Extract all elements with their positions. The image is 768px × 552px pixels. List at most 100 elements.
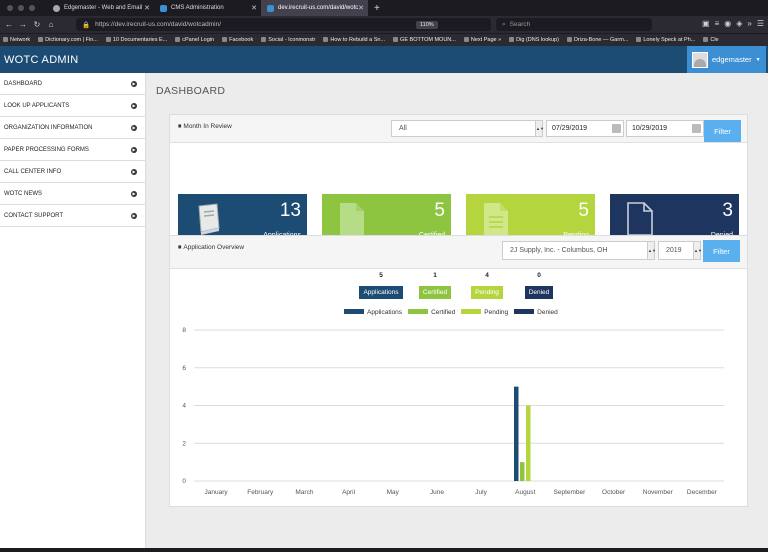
select-value: 2019	[666, 247, 682, 254]
legend-label: Applications	[367, 309, 403, 316]
panel-header: Application Overview 2J Supply, Inc. - C…	[170, 236, 747, 269]
type-select[interactable]: All ▲▼	[391, 120, 544, 137]
pdf-icon[interactable]: ▣	[702, 19, 710, 28]
sidebar-item-label: DASHBOARD	[4, 80, 43, 87]
x-tick-label: June	[430, 489, 444, 496]
sidebar-item-dashboard[interactable]: DASHBOARD ▶	[0, 73, 145, 95]
y-tick-label: 2	[182, 440, 186, 447]
forward-icon[interactable]: →	[16, 20, 30, 29]
overflow-icon[interactable]: »	[747, 19, 751, 28]
account-icon[interactable]: ◉	[724, 19, 731, 28]
bookmark-item[interactable]: Driza-Bone — Garm...	[567, 37, 628, 43]
site-icon	[53, 4, 60, 12]
card-value: 5	[578, 200, 589, 221]
home-icon[interactable]: ⌂	[44, 20, 58, 29]
bookmark-item[interactable]: How to Rebuild a Sn...	[323, 37, 385, 43]
sidebar-item-label: WOTC NEWS	[4, 190, 42, 197]
new-tab-icon[interactable]: +	[374, 3, 380, 14]
bookmark-item[interactable]: Dictionary.com | Fin...	[38, 37, 98, 43]
legend-swatch	[461, 309, 482, 314]
summary-count: 1	[433, 272, 437, 279]
x-tick-label: July	[475, 489, 487, 496]
legend-item[interactable]: Applications	[344, 309, 402, 316]
bar	[520, 462, 525, 481]
legend-label: Denied	[537, 309, 558, 316]
sidebar-item-wotc-news[interactable]: WOTC NEWS ▶	[0, 183, 145, 205]
bookmarks-bar: Network Dictionary.com | Fin... 10 Docum…	[0, 33, 768, 46]
legend-label: Certified	[431, 309, 456, 316]
x-tick-label: February	[247, 489, 274, 496]
sidebar-item-contact-support[interactable]: CONTACT SUPPORT ▶	[0, 205, 145, 227]
y-tick-label: 6	[182, 365, 186, 372]
bookmark-item[interactable]: Lonely Speck at Ph...	[636, 37, 695, 43]
browser-tab[interactable]: Edgemaster - Web and Email ✕	[47, 0, 154, 16]
end-date-input[interactable]: 10/29/2019	[626, 120, 704, 137]
search-icon: ⌕	[502, 20, 506, 28]
close-tab-icon[interactable]: ✕	[144, 4, 150, 12]
close-tab-icon[interactable]: ✕	[358, 4, 364, 12]
reload-icon[interactable]: ↻	[30, 20, 44, 29]
sidebar-item-call-center-info[interactable]: CALL CENTER INFO ▶	[0, 161, 145, 183]
company-select[interactable]: 2J Supply, Inc. - Columbus, OH ▲▼	[502, 241, 656, 260]
zoom-level[interactable]: 110%	[416, 20, 438, 29]
sidebar-item-label: ORGANIZATION INFORMATION	[4, 124, 93, 131]
back-icon[interactable]: ←	[2, 20, 16, 29]
caret-icon: ▲▼	[693, 242, 702, 259]
chevron-right-icon: ▶	[131, 190, 137, 197]
x-tick-label: January	[205, 489, 229, 496]
panel-header: Month In Review All ▲▼ 07/29/2019 10/29/2…	[170, 115, 747, 143]
bookmark-item[interactable]: Dig (DNS lookup)	[509, 37, 559, 43]
avatar	[692, 51, 708, 68]
caret-icon: ▲▼	[647, 242, 656, 259]
card-value: 3	[722, 200, 733, 221]
bookmark-item[interactable]: Next Page »	[464, 37, 501, 43]
bookmark-item[interactable]: 10 Documentaries E...	[106, 37, 167, 43]
bookmark-item[interactable]: Cle	[703, 37, 718, 43]
blank-document-icon	[627, 202, 653, 236]
year-select[interactable]: 2019 ▲▼	[658, 241, 702, 260]
filter-button[interactable]: Filter	[703, 240, 740, 262]
summary-count: 0	[537, 272, 541, 279]
bookmark-item[interactable]: GE BOTTOM MOUN...	[393, 37, 456, 43]
site-icon	[267, 4, 274, 12]
legend-item[interactable]: Pending	[461, 309, 508, 316]
legend-item[interactable]: Certified	[408, 309, 455, 316]
close-tab-icon[interactable]: ✕	[251, 4, 257, 12]
bookmark-item[interactable]: cPanel Login	[175, 37, 214, 43]
brand-title[interactable]: WOTC ADMIN	[4, 54, 79, 66]
chevron-right-icon: ▶	[131, 146, 137, 153]
browser-search[interactable]: ⌕ Search	[496, 18, 652, 31]
sidebar-item-label: CONTACT SUPPORT	[4, 212, 64, 219]
bookmark-item[interactable]: Social - Iconmonstr	[261, 37, 315, 43]
browser-tab[interactable]: CMS Administration ✕	[154, 0, 261, 16]
url-text: https://dev.irecruit-us.com/david/wotcad…	[95, 21, 222, 28]
menu-icon[interactable]: ☰	[757, 19, 764, 28]
y-tick-label: 8	[182, 327, 186, 334]
extension-icon[interactable]: ◈	[736, 19, 742, 28]
sidebar-item-paper-processing-forms[interactable]: PAPER PROCESSING FORMS ▶	[0, 139, 145, 161]
calendar-icon[interactable]	[692, 124, 701, 133]
sidebar-item-organization-information[interactable]: ORGANIZATION INFORMATION ▶	[0, 117, 145, 139]
chart-legend: Applications Certified Pending Denied	[344, 309, 558, 316]
start-date-input[interactable]: 07/29/2019	[546, 120, 624, 137]
browser-tab-active[interactable]: dev.irecruit-us.com/david/wotc ✕	[261, 0, 368, 16]
sidebar-item-label: CALL CENTER INFO	[4, 168, 62, 175]
legend-item[interactable]: Denied	[514, 309, 558, 316]
sidebar-item-look-up-applicants[interactable]: LOOK UP APPLICANTS ▶	[0, 95, 145, 117]
y-tick-label: 4	[182, 403, 186, 410]
bookmark-item[interactable]: Network	[3, 37, 30, 43]
window-controls[interactable]	[7, 5, 47, 11]
library-icon[interactable]: ≡	[715, 19, 720, 28]
calendar-icon[interactable]	[612, 124, 621, 133]
application-bar-chart: 0 2 4 6 8 January February March April May June Jul…	[182, 327, 724, 496]
select-value: All	[399, 125, 407, 132]
summary-pending: 4 Pending	[464, 272, 510, 299]
bookmark-item[interactable]: Facebook	[222, 37, 253, 43]
tab-title: Edgemaster - Web and Email	[64, 5, 143, 11]
card-value: 5	[434, 200, 445, 221]
document-lines-icon	[484, 203, 508, 235]
address-bar[interactable]: 🔒 https://dev.irecruit-us.com/david/wotc…	[76, 18, 491, 31]
user-menu-button[interactable]: edgemaster ▼	[687, 46, 766, 73]
filter-button[interactable]: Filter	[704, 120, 741, 142]
summary-badge: Applications	[359, 286, 403, 299]
